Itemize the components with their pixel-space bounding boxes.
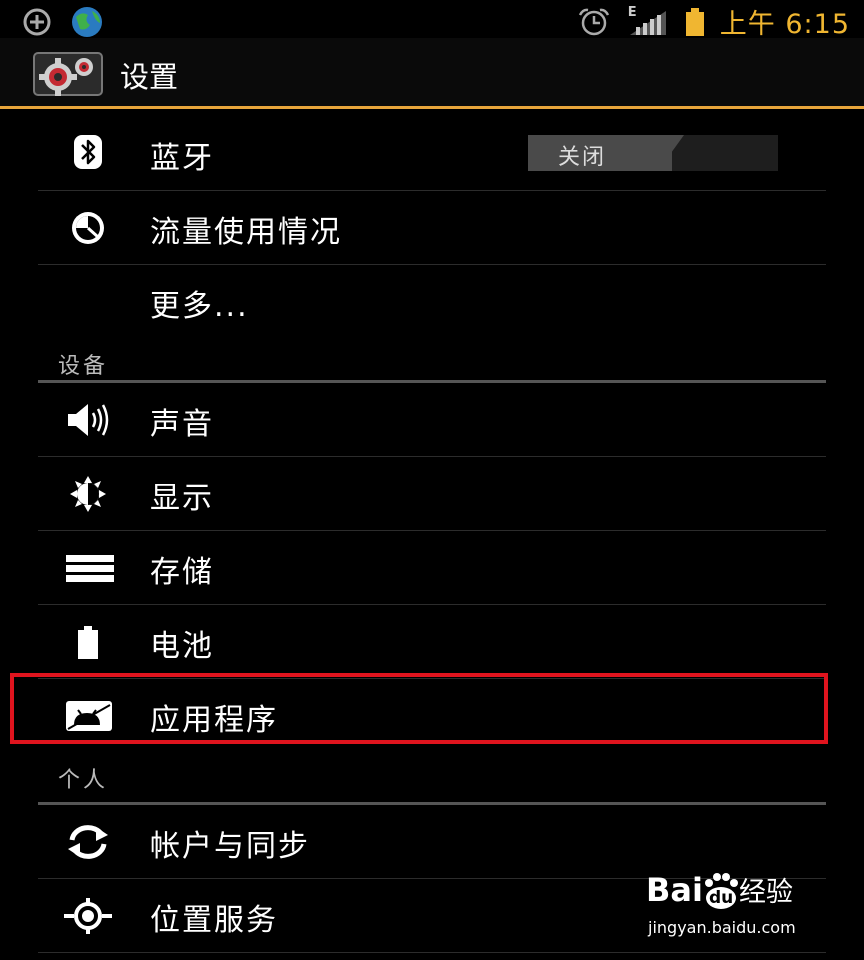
settings-item-label: 声音: [150, 407, 214, 442]
alarm-icon: [576, 6, 612, 38]
settings-item-label: 显示: [150, 481, 214, 516]
globe-icon: [70, 5, 104, 39]
battery-status-icon: [684, 7, 706, 37]
settings-item-sound[interactable]: 声音: [38, 383, 826, 457]
signal-icon: E: [626, 5, 670, 37]
storage-icon: [60, 549, 116, 587]
watermark-paw-text: du: [708, 888, 734, 908]
data-usage-icon: [60, 209, 116, 247]
status-time: 上午 6:15: [719, 9, 850, 40]
settings-item-label: 更多...: [150, 289, 249, 324]
settings-item-bluetooth[interactable]: 蓝牙 关闭: [38, 109, 826, 191]
page-title: 设置: [120, 60, 179, 94]
paw-icon: du: [704, 871, 738, 909]
sound-icon: [60, 401, 116, 439]
settings-item-data-usage[interactable]: 流量使用情况: [38, 191, 826, 265]
display-icon: [60, 475, 116, 513]
toggle-state-label: 关闭: [558, 145, 607, 170]
settings-item-display[interactable]: 显示: [38, 457, 826, 531]
baidu-watermark: Bai du 经验 jingyan.baidu.com: [646, 862, 816, 942]
bluetooth-icon: [60, 133, 116, 171]
battery-icon: [60, 623, 116, 661]
watermark-url: jingyan.baidu.com: [648, 918, 796, 937]
status-bar: E 上午 6:15: [0, 0, 864, 40]
section-header-device: 设备: [38, 338, 826, 383]
settings-item-label: 存储: [150, 555, 214, 590]
sync-icon: [60, 823, 116, 861]
section-label: 设备: [58, 354, 109, 379]
watermark-brand: Bai: [646, 871, 703, 909]
settings-list: 蓝牙 关闭 流量使用情况 更多... 设备 声音 显示 存储 电池 应用程序 个…: [38, 109, 826, 953]
settings-item-label: 位置服务: [150, 903, 278, 938]
section-header-personal: 个人: [38, 752, 826, 805]
settings-item-storage[interactable]: 存储: [38, 531, 826, 605]
bluetooth-toggle[interactable]: 关闭: [528, 135, 778, 171]
settings-item-more[interactable]: 更多...: [38, 265, 826, 338]
settings-item-label: 蓝牙: [150, 141, 214, 176]
watermark-suffix: 经验: [738, 877, 793, 908]
settings-gear-icon[interactable]: [32, 51, 104, 97]
settings-item-label: 帐户与同步: [150, 829, 310, 864]
add-circle-icon: [22, 7, 52, 37]
location-icon: [60, 897, 116, 935]
action-bar: 设置: [0, 38, 864, 106]
settings-item-label: 流量使用情况: [150, 215, 342, 250]
section-label: 个人: [58, 768, 109, 793]
highlight-box: [10, 673, 828, 744]
settings-item-battery[interactable]: 电池: [38, 605, 826, 679]
settings-item-label: 电池: [150, 629, 214, 664]
